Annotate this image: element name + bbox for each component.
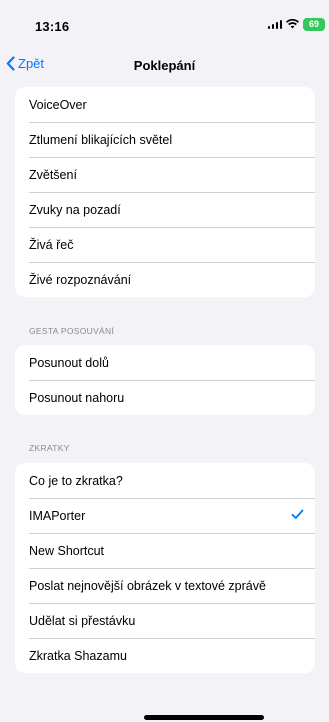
navigation-bar: Zpět Poklepání [0, 44, 329, 88]
list-item-label: IMAPorter [29, 508, 86, 523]
list-item-label: VoiceOver [29, 97, 87, 112]
list-item[interactable]: Zvětšení [15, 157, 315, 192]
home-indicator[interactable] [144, 715, 264, 720]
list-item[interactable]: Poslat nejnovější obrázek v textové zprá… [15, 568, 315, 603]
page-title: Poklepání [133, 58, 196, 73]
list-item-label: Živá řeč [29, 237, 74, 252]
list-item-label: Co je to zkratka? [29, 473, 123, 488]
list-item[interactable]: Posunout dolů [15, 345, 315, 380]
list-item[interactable]: VoiceOver [15, 87, 315, 122]
list-item[interactable]: Živé rozpoznávání [15, 262, 315, 297]
list-item-selected[interactable]: IMAPorter [15, 498, 315, 533]
list-item-label: Udělat si přestávku [29, 613, 136, 628]
scroll-gestures-group: Posunout dolů Posunout nahoru [15, 345, 315, 415]
cellular-signal-icon [267, 19, 282, 29]
list-item[interactable]: Posunout nahoru [15, 380, 315, 415]
list-item[interactable]: Zvuky na pozadí [15, 192, 315, 227]
accessibility-features-group: VoiceOver Ztlumení blikajících světel Zv… [15, 87, 315, 297]
list-item[interactable]: New Shortcut [15, 533, 315, 568]
list-item-label: Zkratka Shazamu [29, 648, 127, 663]
list-item-label: Posunout nahoru [29, 390, 125, 405]
list-item-label: Živé rozpoznávání [29, 272, 132, 287]
list-item[interactable]: Zkratka Shazamu [15, 638, 315, 673]
list-item-label: Zvuky na pozadí [29, 202, 121, 217]
wifi-icon [286, 19, 299, 29]
checkmark-icon [291, 509, 304, 519]
status-bar: 13:16 69 [0, 0, 329, 44]
list-item[interactable]: Co je to zkratka? [15, 463, 315, 498]
list-item[interactable]: Udělat si přestávku [15, 603, 315, 638]
list-item-label: Zvětšení [29, 167, 77, 182]
list-item[interactable]: Ztlumení blikajících světel [15, 122, 315, 157]
section-header-shortcuts: ZKRATKY [29, 443, 70, 453]
list-item-label: New Shortcut [29, 543, 105, 558]
list-item-label: Posunout dolů [29, 355, 109, 370]
shortcuts-group: Co je to zkratka? IMAPorter New Shortcut… [15, 463, 315, 673]
list-item[interactable]: Živá řeč [15, 227, 315, 262]
section-header-scroll-gestures: GESTA POSOUVÁNÍ [29, 326, 115, 336]
list-item-label: Poslat nejnovější obrázek v textové zprá… [29, 578, 266, 593]
list-item-label: Ztlumení blikajících světel [29, 132, 173, 147]
battery-icon: 69 [303, 17, 325, 31]
status-time: 13:16 [35, 19, 70, 34]
status-icons: 69 [267, 17, 325, 31]
